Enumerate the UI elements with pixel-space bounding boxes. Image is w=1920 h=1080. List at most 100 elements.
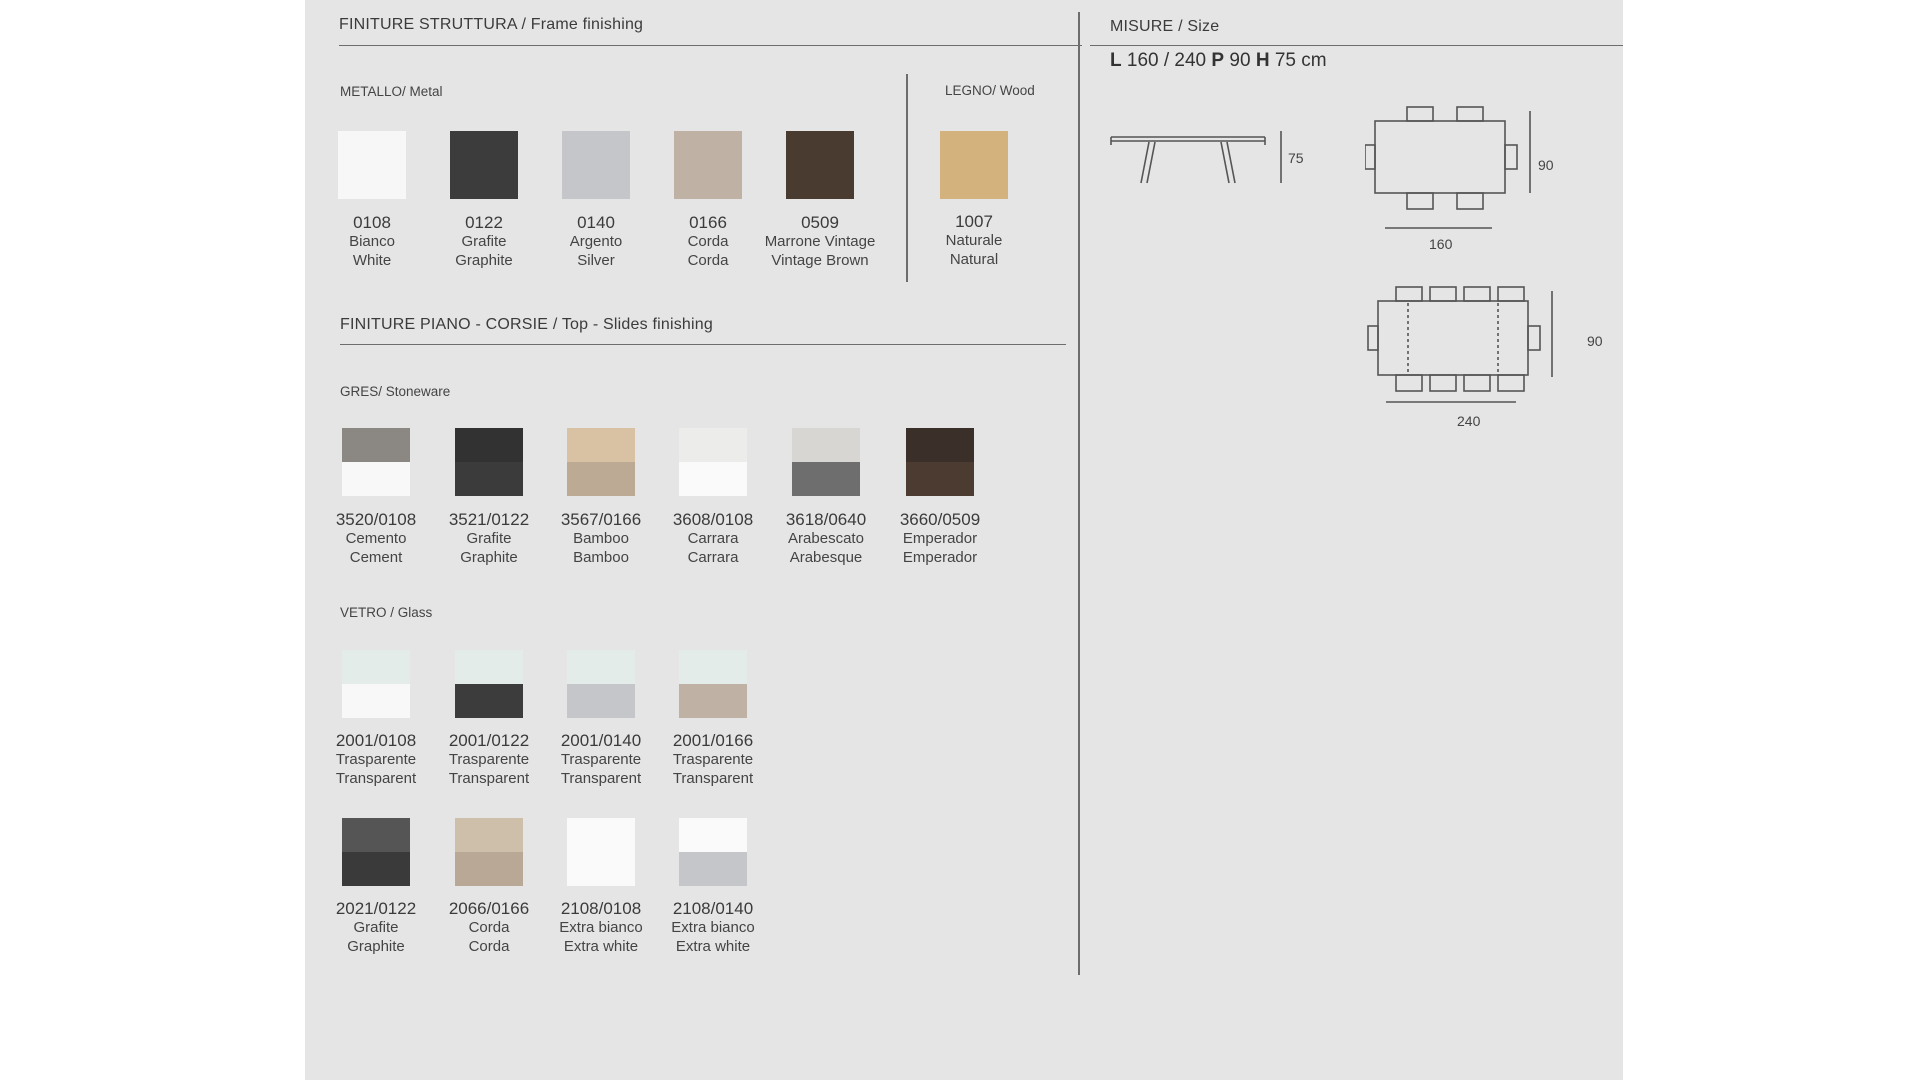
swatch-top-color	[567, 650, 635, 684]
finish-label: 2001/0166 Trasparente Transparent	[643, 731, 783, 788]
length-value: 160 / 240	[1126, 50, 1207, 71]
size-dimensions: L 160 / 240 P 90 H 75 cm	[1110, 50, 1327, 72]
frame-title-it: FINITURE STRUTTURA	[339, 16, 517, 33]
swatch-top-color	[786, 131, 854, 165]
swatch-bottom-color	[792, 462, 860, 496]
table-240-length-label: 240	[1457, 413, 1481, 429]
finish-code: 0509	[801, 213, 839, 232]
finish-name-en: Vintage Brown	[771, 252, 869, 269]
finish-swatch	[679, 650, 747, 718]
size-title-en: Size	[1187, 18, 1220, 35]
swatch-top-color	[679, 818, 747, 852]
finish-code: 2001/0166	[672, 731, 754, 750]
swatch-bottom-color	[906, 462, 974, 496]
length-key: L	[1110, 50, 1122, 71]
finish-name-en: Emperador	[902, 549, 978, 566]
finish-name-en: Transparent	[672, 770, 754, 787]
finish-swatch	[338, 131, 406, 199]
depth-value: 90	[1229, 50, 1251, 71]
swatch-bottom-color	[940, 165, 1008, 199]
finish-name-it: Marrone Vintage	[764, 233, 876, 250]
swatch-bottom-color	[455, 684, 523, 718]
swatch-top-color	[940, 131, 1008, 165]
swatch-top-color	[674, 131, 742, 165]
finish-name-en: Extra white	[675, 938, 751, 955]
height-key: H	[1255, 50, 1270, 71]
finish-swatch	[792, 428, 860, 496]
swatch-bottom-color	[679, 684, 747, 718]
swatch-bottom-color	[567, 684, 635, 718]
swatch-top-color	[679, 650, 747, 684]
swatch-bottom-color	[342, 684, 410, 718]
finish-swatch	[562, 131, 630, 199]
table-160-depth-label: 90	[1538, 157, 1554, 173]
finish-swatch	[679, 428, 747, 496]
size-title: MISURE / Size	[1110, 18, 1220, 35]
table-160-top-view-drawing	[1365, 106, 1531, 229]
swatch-bottom-color	[567, 462, 635, 496]
top-finishing-title: FINITURE PIANO - CORSIE / Top - Slides f…	[340, 316, 713, 333]
top-title-rule	[340, 344, 1066, 345]
finish-name-it: Emperador	[902, 530, 978, 547]
finish-code: 2108/0140	[672, 899, 754, 918]
top-title-it: FINITURE PIANO - CORSIE	[340, 316, 549, 333]
finish-name-en: Natural	[949, 251, 999, 268]
side-height-label: 75	[1288, 150, 1304, 166]
swatch-top-color	[679, 428, 747, 462]
finish-swatch	[940, 131, 1008, 199]
swatch-bottom-color	[342, 462, 410, 496]
size-divider	[1078, 12, 1080, 975]
swatch-bottom-color	[455, 852, 523, 886]
swatch-bottom-color	[338, 165, 406, 199]
finish-swatch	[567, 818, 635, 886]
swatch-bottom-color	[679, 462, 747, 496]
swatch-bottom-color	[679, 852, 747, 886]
swatch-top-color	[342, 650, 410, 684]
finish-swatch	[567, 650, 635, 718]
swatch-top-color	[450, 131, 518, 165]
finish-name-it: Extra bianco	[671, 919, 755, 936]
finish-label: 2108/0140 Extra bianco Extra white	[643, 899, 783, 956]
swatch-top-color	[342, 428, 410, 462]
finish-swatch	[450, 131, 518, 199]
finish-code: 3660/0509	[899, 510, 981, 529]
swatch-bottom-color	[562, 165, 630, 199]
swatch-bottom-color	[786, 165, 854, 199]
metal-heading: METALLO/ Metal	[340, 84, 443, 99]
glass-heading: VETRO / Glass	[340, 605, 433, 620]
swatch-top-color	[342, 818, 410, 852]
finish-swatch	[342, 818, 410, 886]
finish-swatch	[906, 428, 974, 496]
size-title-rule	[1090, 45, 1623, 46]
table-side-view-drawing	[1110, 131, 1282, 184]
height-value: 75 cm	[1274, 50, 1327, 71]
finish-swatch	[342, 428, 410, 496]
table-160-length-label: 160	[1429, 236, 1453, 252]
finish-swatch	[455, 428, 523, 496]
catalog-sheet: FINITURE STRUTTURA / Frame finishing MET…	[305, 0, 1623, 1080]
finish-code: 1007	[955, 212, 993, 231]
wood-heading: LEGNO/ Wood	[945, 83, 1035, 98]
frame-title-rule	[339, 45, 1082, 46]
finish-name-it: Trasparente	[672, 751, 754, 768]
swatch-top-color	[792, 428, 860, 462]
swatch-bottom-color	[674, 165, 742, 199]
finish-swatch	[679, 818, 747, 886]
table-240-depth-label: 90	[1587, 333, 1603, 349]
frame-title-en: Frame finishing	[530, 16, 644, 33]
size-title-it: MISURE	[1110, 18, 1174, 35]
finish-label: 1007 Naturale Natural	[904, 212, 1044, 269]
table-240-top-view-drawing	[1367, 286, 1553, 403]
finish-swatch	[455, 650, 523, 718]
stoneware-heading: GRES/ Stoneware	[340, 384, 451, 399]
swatch-top-color	[338, 131, 406, 165]
swatch-top-color	[455, 818, 523, 852]
swatch-bottom-color	[567, 852, 635, 886]
depth-key: P	[1211, 50, 1225, 71]
swatch-top-color	[567, 428, 635, 462]
swatch-top-color	[562, 131, 630, 165]
swatch-bottom-color	[455, 462, 523, 496]
finish-label: 3660/0509 Emperador Emperador	[870, 510, 1010, 567]
finish-name-it: Naturale	[945, 232, 1003, 249]
swatch-top-color	[906, 428, 974, 462]
